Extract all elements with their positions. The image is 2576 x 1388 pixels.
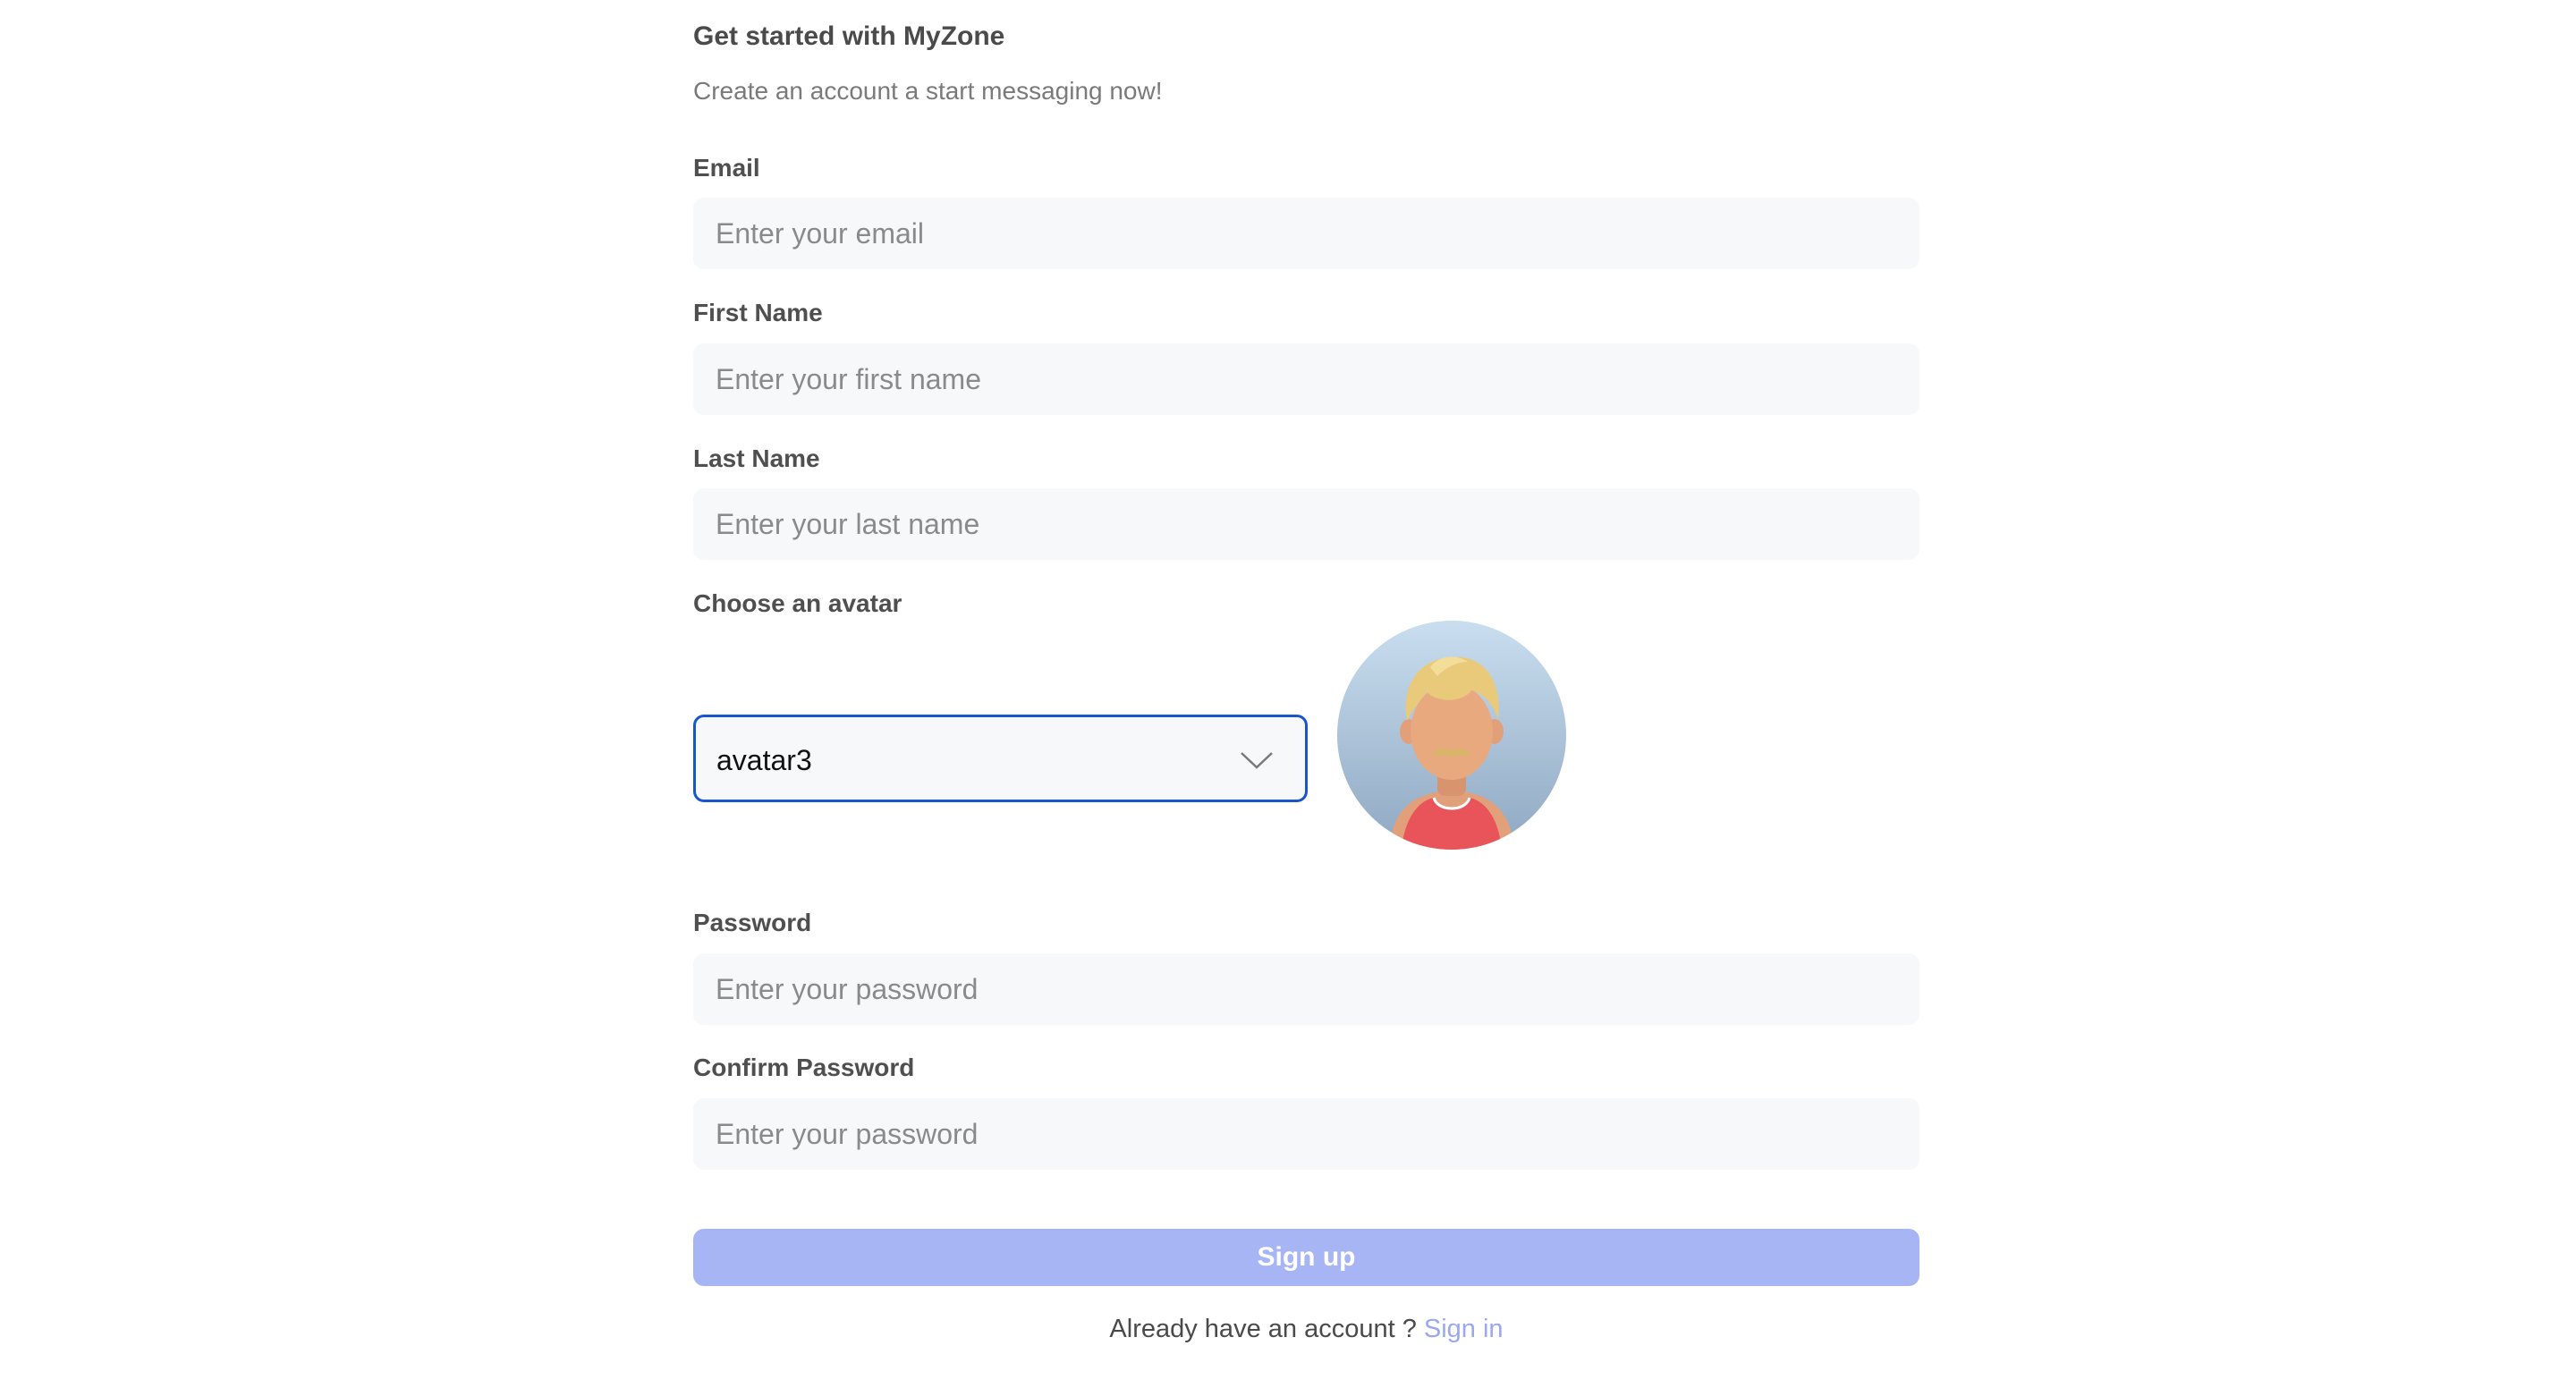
page-title: Get started with MyZone [693,21,1005,51]
avatar-select[interactable]: avatar3 [693,715,1308,802]
first-name-field[interactable] [693,343,1919,415]
first-name-label: First Name [693,299,823,326]
confirm-password-field[interactable] [693,1098,1919,1170]
confirm-password-label: Confirm Password [693,1054,915,1081]
email-label: Email [693,154,760,182]
password-field[interactable] [693,953,1919,1025]
signin-prompt-text: Already have an account ? [1109,1315,1417,1343]
email-field[interactable] [693,198,1919,269]
password-label: Password [693,909,812,936]
signup-button[interactable]: Sign up [693,1229,1919,1286]
signin-link[interactable]: Sign in [1424,1315,1504,1343]
chevron-down-icon [1241,752,1273,769]
signin-prompt: Already have an account ? Sign in [693,1315,1919,1344]
last-name-label: Last Name [693,444,820,472]
page-subtitle: Create an account a start messaging now! [693,77,1163,105]
avatar-select-value: avatar3 [716,744,812,776]
avatar-preview-image [1337,621,1566,850]
last-name-field[interactable] [693,488,1919,560]
avatar-label: Choose an avatar [693,589,902,617]
